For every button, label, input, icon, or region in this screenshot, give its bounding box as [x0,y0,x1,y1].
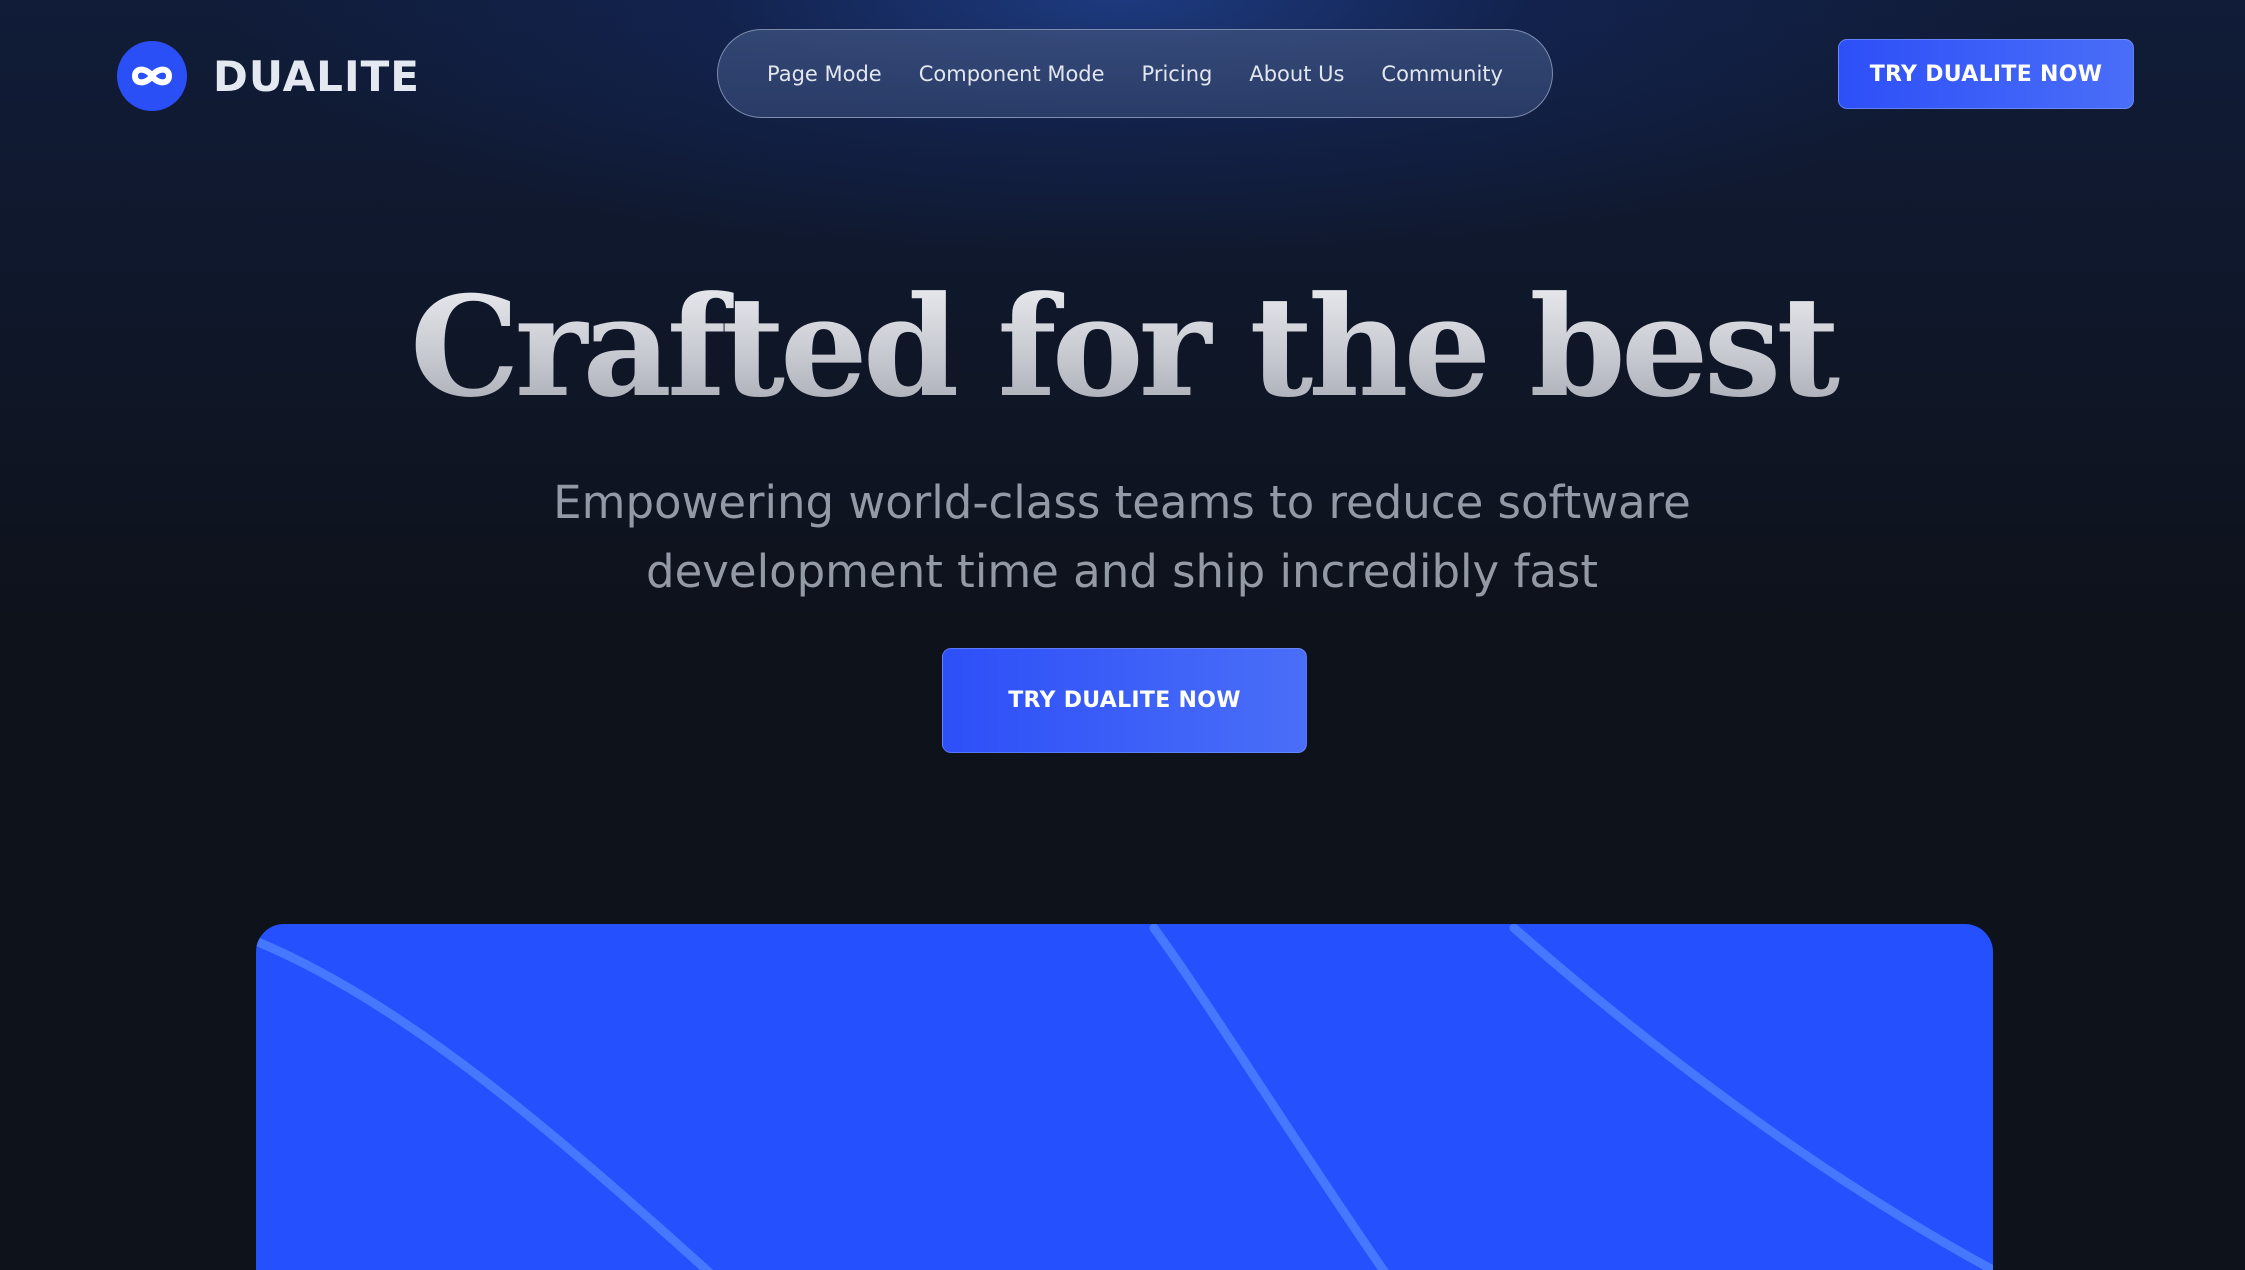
hero-try-button[interactable]: TRY DUALITE NOW [942,648,1307,753]
brand-logo[interactable]: DUALITE [117,41,420,111]
brand-name: DUALITE [213,51,420,101]
nav-item-about-us[interactable]: About Us [1249,62,1344,86]
hero-title: Crafted for the best [0,262,2245,432]
product-preview-panel [256,924,1993,1270]
hero-subtitle: Empowering world-class teams to reduce s… [553,476,1691,598]
nav-item-component-mode[interactable]: Component Mode [919,62,1105,86]
infinity-icon [117,41,187,111]
nav-item-pricing[interactable]: Pricing [1142,62,1213,86]
header-try-button[interactable]: TRY DUALITE NOW [1838,39,2134,109]
nav-item-community[interactable]: Community [1381,62,1503,86]
nav-item-page-mode[interactable]: Page Mode [767,62,882,86]
main-nav: Page Mode Component Mode Pricing About U… [717,29,1553,118]
preview-decorative-curves [256,924,1993,1270]
